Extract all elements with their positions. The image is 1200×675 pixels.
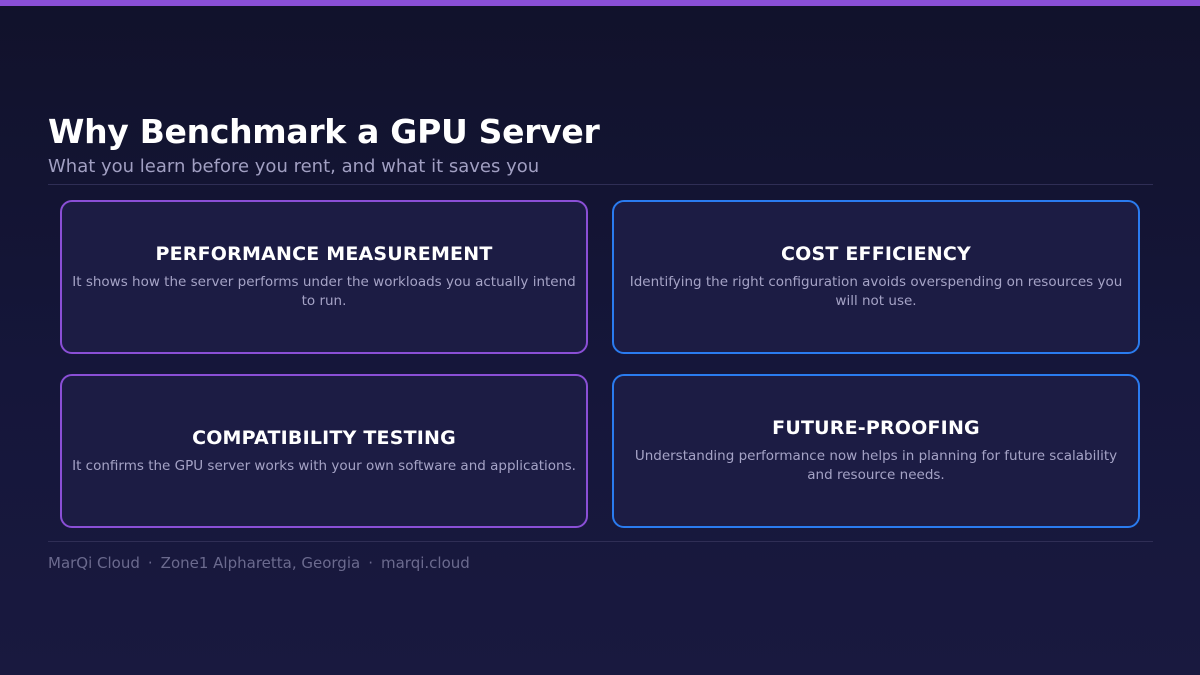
footer-brand: MarQi Cloud: [48, 554, 140, 572]
page-title: Why Benchmark a GPU Server: [48, 112, 600, 151]
card-text: It confirms the GPU server works with yo…: [72, 457, 576, 474]
footer-separator: ·: [147, 554, 153, 572]
card-cost-efficiency: COST EFFICIENCY Identifying the right co…: [612, 200, 1140, 354]
footer-site: marqi.cloud: [380, 554, 470, 572]
card-text: Understanding performance now helps in p…: [634, 448, 1118, 483]
slide: Why Benchmark a GPU Server What you lear…: [0, 0, 1200, 675]
card-compatibility-testing: COMPATIBILITY TESTING It confirms the GP…: [60, 374, 588, 528]
footer-separator: ·: [368, 554, 373, 572]
card-title: COMPATIBILITY TESTING: [192, 426, 456, 449]
card-performance-measurement: PERFORMANCE MEASUREMENT It shows how the…: [60, 200, 588, 354]
card-text: Identifying the right configuration avoi…: [629, 274, 1123, 309]
card-title: PERFORMANCE MEASUREMENT: [155, 243, 493, 265]
card-title: FUTURE-PROOFING: [772, 417, 980, 439]
card-text: It shows how the server performs under t…: [72, 274, 576, 309]
card-title: COST EFFICIENCY: [781, 243, 971, 265]
footer: MarQi Cloud · Zone1 Alpharetta, Georgia · ma…: [48, 554, 470, 572]
footer-divider: [48, 541, 1153, 542]
card-future-proofing: FUTURE-PROOFING Understanding performanc…: [612, 374, 1140, 528]
top-accent-bar: [0, 0, 1200, 6]
header-divider: [48, 184, 1153, 185]
footer-location: Zone1 Alpharetta, Georgia: [160, 554, 361, 572]
page-subtitle: What you learn before you rent, and what…: [48, 156, 540, 177]
